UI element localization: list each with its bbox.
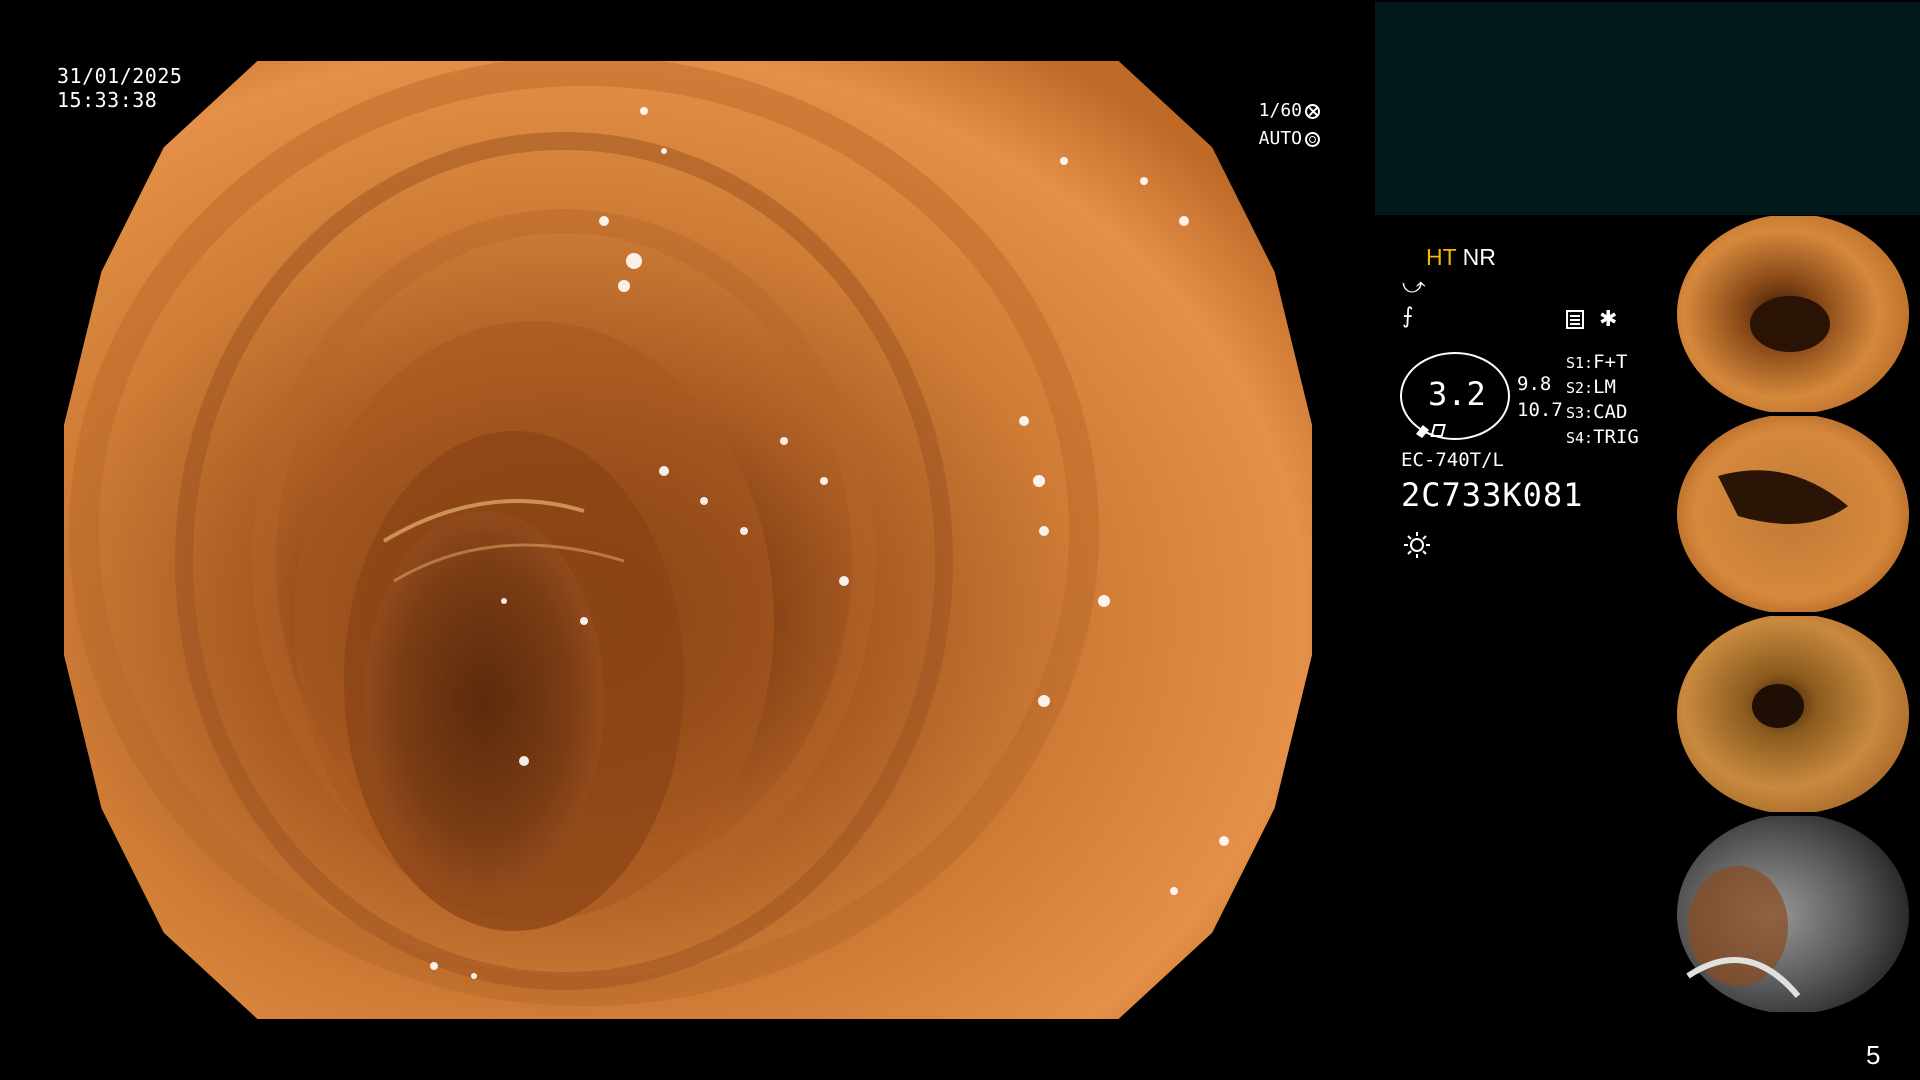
ht-label: HT — [1426, 244, 1457, 270]
thumbnail-2[interactable] — [1668, 416, 1918, 612]
info-panel-box — [1375, 2, 1920, 215]
enhancement-icon: ⨍ — [1402, 304, 1414, 329]
asterisk-icon: ✱ — [1599, 307, 1618, 332]
shutter-icon — [1305, 103, 1320, 119]
endoscopy-screen: 31/01/2025 15:33:38 1/60 AUTO HT NR ⤻ ⨍ ✱… — [0, 0, 1920, 1080]
thumbnail-4[interactable] — [1668, 816, 1918, 1012]
shutter-indicator: 1/60 — [1259, 99, 1320, 123]
thumbnail-3[interactable] — [1668, 616, 1918, 812]
capture-date: 31/01/2025 — [57, 64, 183, 88]
switch-row-4: S4:TRIG — [1566, 426, 1639, 448]
value-b: 10.7 — [1517, 399, 1563, 421]
switch-row-2: S2:LM — [1566, 376, 1616, 398]
iris-icon — [1305, 131, 1320, 147]
switch-row-1: S1:F+T — [1566, 351, 1628, 373]
thumbnail-1[interactable] — [1668, 216, 1918, 412]
shutter-label: 1/60 — [1258, 100, 1302, 121]
iris-indicator: AUTO — [1259, 127, 1320, 151]
page-number: 5 — [1866, 1040, 1881, 1070]
histogram-icon — [1566, 310, 1584, 329]
iris-label: AUTO — [1258, 128, 1302, 149]
light-icon — [1404, 532, 1430, 558]
switch-row-3: S3:CAD — [1566, 401, 1628, 423]
endoscopic-live-view — [64, 61, 1312, 1019]
scope-model: EC-740T/L — [1401, 449, 1504, 471]
value-a: 9.8 — [1517, 373, 1552, 395]
image-mode-indicator: HT NR — [1426, 244, 1496, 271]
nr-label: NR — [1462, 244, 1496, 270]
tone-curve-icon: ⤻ — [1402, 274, 1426, 299]
zoom-value: 3.2 — [1428, 375, 1486, 413]
zoom-marker-icon — [1416, 424, 1446, 438]
capture-time: 15:33:38 — [57, 88, 158, 112]
scope-serial: 2C733K081 — [1401, 476, 1584, 514]
